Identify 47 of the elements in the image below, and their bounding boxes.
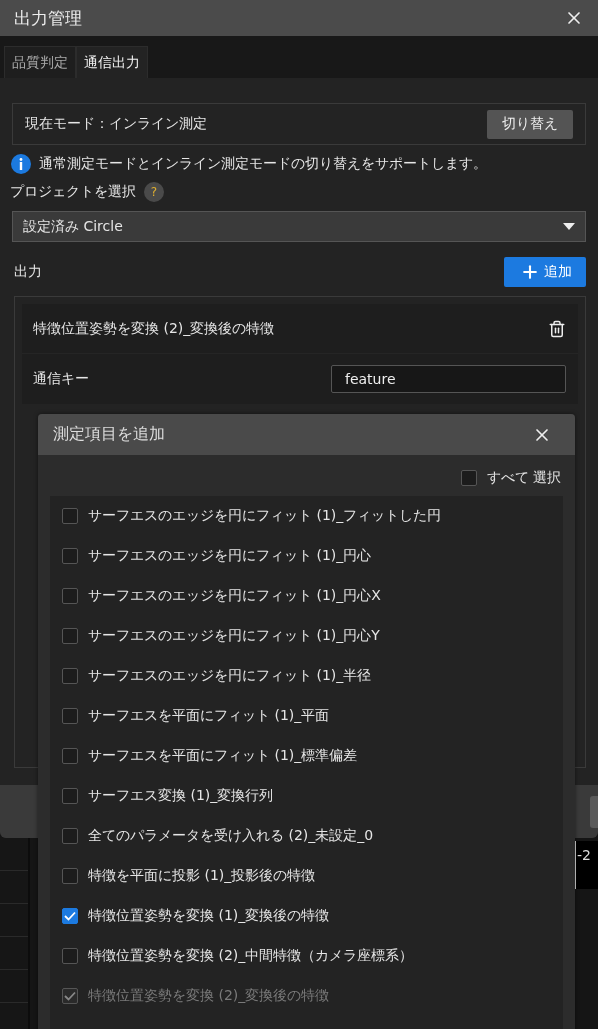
add-button[interactable]: 追加 bbox=[504, 257, 586, 287]
checkbox[interactable] bbox=[62, 588, 78, 604]
trash-icon[interactable] bbox=[548, 319, 566, 338]
checkbox[interactable] bbox=[62, 828, 78, 844]
caret-icon bbox=[563, 223, 575, 230]
help-icon[interactable]: ? bbox=[144, 182, 164, 202]
info-icon bbox=[11, 154, 31, 174]
mode-text: 現在モード：インライン測定 bbox=[25, 115, 207, 133]
checkbox[interactable] bbox=[62, 668, 78, 684]
checkbox[interactable] bbox=[62, 748, 78, 764]
checkbox[interactable] bbox=[62, 708, 78, 724]
output-label: 出力 bbox=[14, 263, 42, 281]
item-label: サーフエスのエッジを円にフィット (1)_円心 bbox=[88, 547, 372, 565]
window-title: 出力管理 bbox=[14, 6, 82, 30]
checkbox[interactable] bbox=[62, 948, 78, 964]
item-label: サーフエスのエッジを円にフィット (1)_半径 bbox=[88, 667, 372, 685]
readout-value: -2 bbox=[577, 847, 591, 863]
item-label: サーフエスを平面にフィット (1)_平面 bbox=[88, 707, 330, 725]
item-label: サーフエスを平面にフィット (1)_標準偏差 bbox=[88, 747, 358, 765]
checkbox[interactable] bbox=[62, 788, 78, 804]
dialog-title: 測定項目を追加 bbox=[53, 424, 165, 445]
checkbox[interactable] bbox=[62, 628, 78, 644]
item-label: サーフエスのエッジを円にフィット (1)_フィットした円 bbox=[88, 507, 442, 525]
item-label: 特徴位置姿勢を変換 (2)_変換後の特徴 bbox=[88, 987, 330, 1005]
project-dropdown[interactable]: 設定済み Circle bbox=[12, 211, 586, 242]
plus-icon bbox=[520, 262, 540, 282]
key-label: 通信キー bbox=[33, 370, 89, 388]
checkbox[interactable] bbox=[460, 470, 477, 486]
checkbox[interactable] bbox=[62, 868, 78, 884]
item-label: 特徴位置姿勢を変換 (2)_中間特徴（カメラ座標系） bbox=[88, 947, 414, 965]
item-label: サーフエスのエッジを円にフィット (1)_円心Y bbox=[88, 627, 380, 645]
select-all-label: すべて 選択 bbox=[486, 469, 561, 487]
key-input[interactable]: feature bbox=[331, 365, 566, 393]
tab[interactable]: 通信出力 bbox=[76, 46, 148, 78]
item-label: サーフエス変換 (1)_変換行列 bbox=[88, 787, 274, 805]
item-label: 特徴位置姿勢を変換 (1)_変換後の特徴 bbox=[88, 907, 330, 925]
checkbox[interactable] bbox=[62, 508, 78, 524]
checkbox[interactable] bbox=[62, 548, 78, 564]
item-label: 全てのパラメータを受け入れる (2)_未設定_0 bbox=[88, 827, 374, 845]
item-label: サーフエスのエッジを円にフィット (1)_円心X bbox=[88, 587, 381, 605]
item-title: 特徴位置姿勢を変換 (2)_変換後の特徴 bbox=[33, 319, 275, 338]
checkbox[interactable] bbox=[62, 908, 78, 924]
tab[interactable]: 品質判定 bbox=[4, 46, 76, 78]
project-label: プロジェクトを選択 bbox=[10, 183, 136, 201]
info-text: 通常測定モードとインライン測定モードの切り替えをサポートします。 bbox=[39, 155, 487, 173]
item-label: 特徴を平面に投影 (1)_投影後の特徴 bbox=[88, 867, 316, 885]
switch-button[interactable]: 切り替え bbox=[487, 109, 573, 139]
